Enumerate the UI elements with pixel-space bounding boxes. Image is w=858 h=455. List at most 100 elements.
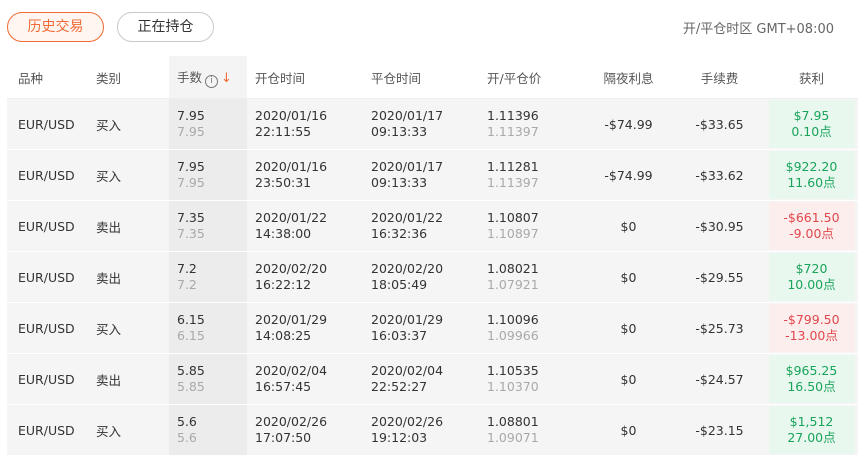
close-price: 1.09966 bbox=[487, 328, 539, 343]
close-date: 2020/01/17 bbox=[371, 159, 444, 174]
open-time-cell: 2020/01/22 14:38:00 bbox=[247, 200, 363, 252]
open-time-cell: 2020/01/29 14:08:25 bbox=[247, 302, 363, 354]
swap-cell: $0 bbox=[583, 302, 674, 354]
table-row: EUR/USD 卖出 7.35 7.35 2020/01/22 14:38:00 2… bbox=[7, 200, 858, 252]
column-header-lots[interactable]: 手数 i ↓ bbox=[169, 56, 247, 99]
open-price: 1.10096 bbox=[487, 312, 539, 327]
close-clock: 09:13:33 bbox=[371, 175, 428, 190]
lots-cell: 5.6 5.6 bbox=[169, 404, 247, 455]
lots-sub-value: 5.85 bbox=[177, 379, 205, 394]
close-price: 1.10897 bbox=[487, 226, 539, 241]
symbol-cell: EUR/USD bbox=[7, 353, 88, 405]
column-header-price: 开/平仓价 bbox=[479, 56, 583, 99]
lots-value: 5.85 bbox=[177, 363, 205, 378]
lots-cell: 7.2 7.2 bbox=[169, 251, 247, 303]
commission-cell: -$23.15 bbox=[674, 404, 765, 455]
profit-badge: $7.95 0.10点 bbox=[768, 100, 855, 148]
profit-badge: $922.20 11.60点 bbox=[768, 151, 855, 199]
symbol-cell: EUR/USD bbox=[7, 302, 88, 354]
sort-desc-arrow-icon[interactable]: ↓ bbox=[221, 71, 232, 86]
profit-badge: $720 10.00点 bbox=[768, 253, 855, 301]
profit-points: 27.00点 bbox=[787, 430, 836, 445]
price-cell: 1.11281 1.11397 bbox=[479, 149, 583, 201]
price-cell: 1.11396 1.11397 bbox=[479, 98, 583, 150]
profit-value: $965.25 bbox=[785, 363, 838, 378]
swap-cell: $0 bbox=[583, 404, 674, 455]
tab-history-trades[interactable]: 历史交易 bbox=[7, 12, 104, 42]
close-time-cell: 2020/01/17 09:13:33 bbox=[363, 98, 479, 150]
commission-cell: -$25.73 bbox=[674, 302, 765, 354]
lots-value: 6.15 bbox=[177, 312, 205, 327]
open-time-cell: 2020/01/16 22:11:55 bbox=[247, 98, 363, 150]
open-price: 1.08801 bbox=[487, 414, 539, 429]
type-cell: 买入 bbox=[88, 404, 169, 455]
open-date: 2020/01/29 bbox=[255, 312, 328, 327]
close-clock: 09:13:33 bbox=[371, 124, 428, 139]
profit-value: $1,512 bbox=[789, 414, 834, 429]
close-time-cell: 2020/02/26 19:12:03 bbox=[363, 404, 479, 455]
swap-cell: $0 bbox=[583, 353, 674, 405]
profit-cell: $720 10.00点 bbox=[765, 251, 858, 303]
swap-cell: -$74.99 bbox=[583, 98, 674, 150]
open-date: 2020/01/22 bbox=[255, 210, 328, 225]
column-header-lots-label: 手数 bbox=[177, 69, 203, 85]
lots-value: 5.6 bbox=[177, 414, 197, 429]
lots-cell: 7.95 7.95 bbox=[169, 149, 247, 201]
profit-points: 16.50点 bbox=[787, 379, 836, 394]
open-price: 1.10807 bbox=[487, 210, 539, 225]
profit-points: -13.00点 bbox=[785, 328, 838, 343]
table-row: EUR/USD 买入 7.95 7.95 2020/01/16 22:11:55 2… bbox=[7, 98, 858, 150]
info-icon[interactable]: i bbox=[205, 74, 219, 88]
profit-cell: $1,512 27.00点 bbox=[765, 404, 858, 455]
type-cell: 卖出 bbox=[88, 353, 169, 405]
commission-cell: -$33.62 bbox=[674, 149, 765, 201]
profit-cell: $7.95 0.10点 bbox=[765, 98, 858, 150]
close-time-cell: 2020/02/20 18:05:49 bbox=[363, 251, 479, 303]
profit-badge: -$661.50 -9.00点 bbox=[768, 202, 855, 250]
close-time-cell: 2020/01/29 16:03:37 bbox=[363, 302, 479, 354]
type-cell: 卖出 bbox=[88, 200, 169, 252]
close-time-cell: 2020/02/04 22:52:27 bbox=[363, 353, 479, 405]
table-header-row: 品种 类别 手数 i ↓ 开仓时间 平仓时间 开/平仓价 隔夜利息 手续费 获利 bbox=[7, 56, 858, 99]
lots-sub-value: 7.95 bbox=[177, 175, 205, 190]
timezone-label: 开/平仓时区 GMT+08:00 bbox=[682, 22, 834, 37]
close-date: 2020/02/20 bbox=[371, 261, 444, 276]
table-row: EUR/USD 买入 6.15 6.15 2020/01/29 14:08:25 2… bbox=[7, 302, 858, 354]
profit-value: $922.20 bbox=[785, 159, 838, 174]
lots-cell: 7.95 7.95 bbox=[169, 98, 247, 150]
lots-sub-value: 5.6 bbox=[177, 430, 197, 445]
close-date: 2020/02/26 bbox=[371, 414, 444, 429]
lots-value: 7.95 bbox=[177, 159, 205, 174]
swap-cell: $0 bbox=[583, 200, 674, 252]
open-time-cell: 2020/01/16 23:50:31 bbox=[247, 149, 363, 201]
profit-cell: $965.25 16.50点 bbox=[765, 353, 858, 405]
close-clock: 19:12:03 bbox=[371, 430, 428, 445]
open-price: 1.11396 bbox=[487, 108, 539, 123]
lots-sub-value: 7.35 bbox=[177, 226, 205, 241]
close-price: 1.09071 bbox=[487, 430, 539, 445]
open-clock: 22:11:55 bbox=[255, 124, 312, 139]
close-clock: 18:05:49 bbox=[371, 277, 428, 292]
symbol-cell: EUR/USD bbox=[7, 98, 88, 150]
trade-history-table: 品种 类别 手数 i ↓ 开仓时间 平仓时间 开/平仓价 隔夜利息 手续费 获利 E… bbox=[7, 56, 858, 455]
open-date: 2020/01/16 bbox=[255, 108, 328, 123]
price-cell: 1.08021 1.07921 bbox=[479, 251, 583, 303]
open-clock: 23:50:31 bbox=[255, 175, 312, 190]
lots-value: 7.95 bbox=[177, 108, 205, 123]
type-cell: 买入 bbox=[88, 302, 169, 354]
profit-value: -$661.50 bbox=[783, 210, 840, 225]
open-price: 1.10535 bbox=[487, 363, 539, 378]
lots-sub-value: 7.2 bbox=[177, 277, 197, 292]
open-date: 2020/02/20 bbox=[255, 261, 328, 276]
column-header-commission: 手续费 bbox=[674, 56, 765, 99]
close-clock: 16:32:36 bbox=[371, 226, 428, 241]
swap-cell: $0 bbox=[583, 251, 674, 303]
commission-cell: -$33.65 bbox=[674, 98, 765, 150]
tab-open-positions[interactable]: 正在持仓 bbox=[117, 12, 214, 42]
profit-cell: -$799.50 -13.00点 bbox=[765, 302, 858, 354]
open-date: 2020/02/04 bbox=[255, 363, 328, 378]
close-date: 2020/01/17 bbox=[371, 108, 444, 123]
lots-cell: 6.15 6.15 bbox=[169, 302, 247, 354]
close-date: 2020/02/04 bbox=[371, 363, 444, 378]
price-cell: 1.10807 1.10897 bbox=[479, 200, 583, 252]
